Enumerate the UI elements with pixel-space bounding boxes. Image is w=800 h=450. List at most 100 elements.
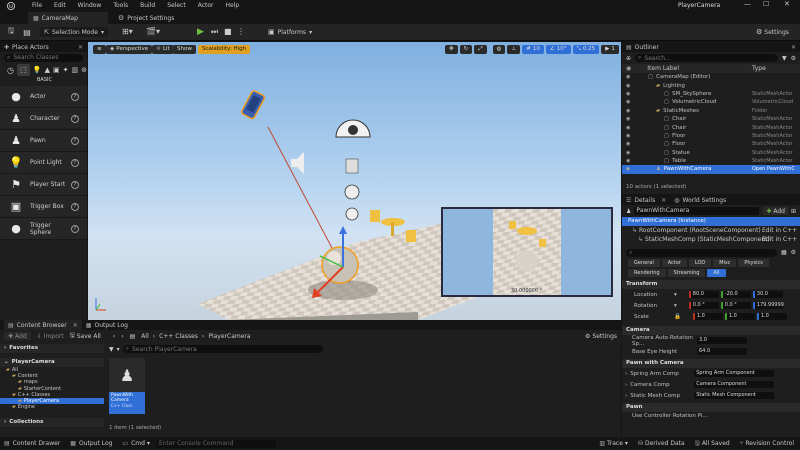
save-all-button[interactable]: 🖫 Save All (70, 331, 101, 341)
visibility-icon[interactable]: ◉ (626, 158, 630, 164)
output-log-button[interactable]: ▦ Output Log (70, 440, 112, 447)
outliner-row[interactable]: ◉ ▢ Chair StaticMeshActor (622, 123, 800, 131)
menu-item-window[interactable]: Window (72, 0, 108, 11)
add-component-button[interactable]: ✚ Add (763, 207, 788, 215)
close-icon[interactable]: ✕ (661, 197, 666, 204)
unreal-logo-icon[interactable] (4, 0, 18, 11)
shapes-icon[interactable]: ▲ (45, 66, 50, 74)
view-mode-button[interactable]: ☼ Lit (152, 45, 174, 54)
blueprint-icon[interactable]: ⊞▾ (122, 27, 133, 36)
actor-item[interactable]: ⚑ Player Start? (0, 174, 87, 196)
visibility-icon[interactable]: ◉ (626, 133, 630, 139)
outliner-row[interactable]: ◉ ▢ VolumetricCloud VolumetricCloud (622, 98, 800, 106)
world-settings-tab[interactable]: World Settings (682, 197, 726, 204)
pawn-section[interactable]: Pawn (622, 403, 800, 412)
static-mesh-dropdown[interactable]: Static Mesh Component (694, 392, 775, 399)
location-z[interactable]: 30.0 (752, 291, 783, 298)
column-header-type[interactable]: Type (752, 65, 766, 72)
all-classes-icon[interactable]: ⊚ (81, 66, 87, 74)
outliner-row[interactable]: ◉ ▢ CameraMap (Editor) (622, 73, 800, 81)
project-section[interactable]: ⌄ PlayerCamera (0, 358, 104, 367)
tab-project-settings[interactable]: ⚙ Project Settings (118, 12, 174, 24)
spring-arm-dropdown[interactable]: Spring Arm Component (694, 370, 775, 377)
edit-cpp-link[interactable]: Edit in C++ (762, 236, 797, 243)
outliner-row[interactable]: ◉ ♟ PawnWithCamera Open PawnWithC (622, 165, 800, 174)
add-button[interactable]: ✚ Add (4, 332, 31, 340)
details-tab[interactable]: Details (634, 197, 655, 204)
close-button[interactable]: ✕ (784, 0, 790, 8)
help-icon[interactable]: ? (71, 158, 79, 167)
forward-icon[interactable]: › (121, 333, 123, 340)
content-settings-button[interactable]: ⚙ Settings (585, 333, 617, 340)
content-browser-tab[interactable]: ▤ Content Browser ✕ (4, 320, 82, 330)
pawn-with-camera-section[interactable]: Pawn with Camera (622, 359, 800, 368)
visibility-icon[interactable]: ◉ (626, 74, 630, 80)
scale-tool-icon[interactable]: ⤢ (474, 45, 487, 54)
outliner-row[interactable]: ◉ ▢ SM_SkySphere StaticMeshActor (622, 90, 800, 98)
menu-item-select[interactable]: Select (161, 0, 192, 11)
collections-section[interactable]: › Collections (0, 418, 104, 427)
actor-item[interactable]: ● Actor? (0, 86, 87, 108)
filter-button-all[interactable]: All (707, 269, 726, 277)
base-eye-height-field[interactable]: 64.0 (697, 348, 747, 355)
visibility-icon[interactable]: ◉ (626, 116, 630, 122)
help-icon[interactable]: ? (71, 202, 79, 211)
visibility-icon[interactable]: ◉ (626, 125, 630, 131)
outliner-search-input[interactable]: ⌕ Search... (635, 54, 778, 62)
basic-icon[interactable]: ⬚ (16, 64, 30, 76)
camera-auto-rotation-field[interactable]: 3.0 (697, 337, 747, 344)
help-icon[interactable]: ? (71, 92, 79, 101)
menu-item-actor[interactable]: Actor (192, 0, 220, 11)
selection-mode-dropdown[interactable]: ⇱ Selection Mode ▾ (40, 27, 108, 37)
tab-camera-map[interactable]: ▦ CameraMap (28, 12, 108, 24)
root-component-row[interactable]: ↳ RootComponent (RootSceneComponent) Edi… (622, 226, 800, 235)
scale-snap-toggle[interactable]: ⤡ 0.25 (572, 45, 600, 54)
outliner-row[interactable]: ◉ ▰ StaticMeshes Folder (622, 107, 800, 115)
stop-button[interactable]: ■ (224, 27, 232, 37)
filter-button-streaming[interactable]: Streaming (667, 269, 706, 277)
viewport-menu-button[interactable]: ≡ (93, 45, 106, 54)
import-button[interactable]: ⇩ Import (37, 333, 64, 340)
asset-tile[interactable]: ♟ PawnWith Camera C++ Class (109, 358, 145, 414)
rotation-z[interactable]: 179.99999 (752, 302, 784, 309)
chevron-right-icon[interactable]: › (625, 371, 627, 377)
filter-button-misc[interactable]: Misc (713, 259, 737, 267)
grid-snap-toggle[interactable]: #10 (522, 45, 544, 54)
menu-item-file[interactable]: File (26, 0, 48, 11)
visibility-icon[interactable]: ◉ (626, 150, 630, 156)
help-icon[interactable]: ? (71, 224, 79, 233)
outliner-row[interactable]: ◉ ▢ Table StaticMeshActor (622, 157, 800, 165)
chevron-right-icon[interactable]: › (625, 393, 627, 399)
filter-icon[interactable]: ▼ (782, 55, 787, 62)
all-saved-button[interactable]: 🖫 All Saved (695, 439, 730, 449)
menu-item-build[interactable]: Build (134, 0, 161, 11)
actor-item[interactable]: ● Trigger Sphere? (0, 218, 87, 240)
actor-item[interactable]: ▣ Trigger Box? (0, 196, 87, 218)
outliner-row[interactable]: ◉ ▢ Chair StaticMeshActor (622, 115, 800, 123)
rotation-y[interactable]: 0.0 ° (720, 302, 751, 309)
lock-icon[interactable]: 🔒 (674, 314, 681, 320)
actor-item[interactable]: ♟ Character? (0, 108, 87, 130)
breadcrumb-item[interactable]: C++ Classes (159, 333, 198, 340)
settings-button[interactable]: ⚙ Settings (756, 27, 789, 37)
surface-snap-icon[interactable]: ⊥ (507, 45, 521, 54)
outliner-row[interactable]: ◉ ▢ Floor StaticMeshActor (622, 140, 800, 148)
favorites-section[interactable]: › Favorites (0, 344, 104, 353)
component-instance-row[interactable]: PawnWithCamera (Instance) (622, 217, 800, 226)
settings-icon[interactable]: ⚙ (791, 249, 796, 256)
outliner-row-type[interactable]: Open PawnWithC (752, 166, 800, 172)
actor-name-field[interactable]: PawnWithCamera (634, 207, 760, 215)
camera-speed-button[interactable]: ▶ 1 (601, 45, 619, 54)
close-icon[interactable]: ✕ (78, 44, 83, 51)
lights-icon[interactable]: 💡 (33, 66, 42, 74)
folder-icon[interactable]: ▤ (22, 27, 32, 37)
transform-section[interactable]: Transform (622, 280, 800, 289)
outliner-row[interactable]: ◉ ▢ Floor StaticMeshActor (622, 132, 800, 140)
content-drawer-button[interactable]: ▤ Content Drawer (4, 440, 60, 447)
platforms-dropdown[interactable]: ▣ Platforms ▾ (268, 27, 312, 37)
trace-button[interactable]: ▥ Trace ▾ (599, 440, 628, 447)
chevron-right-icon[interactable]: › (625, 382, 627, 388)
select-tool-icon[interactable]: ✥ (445, 45, 458, 54)
filter-icon[interactable]: ▼ (109, 346, 114, 353)
rotation-x[interactable]: 0.0 ° (688, 302, 719, 309)
